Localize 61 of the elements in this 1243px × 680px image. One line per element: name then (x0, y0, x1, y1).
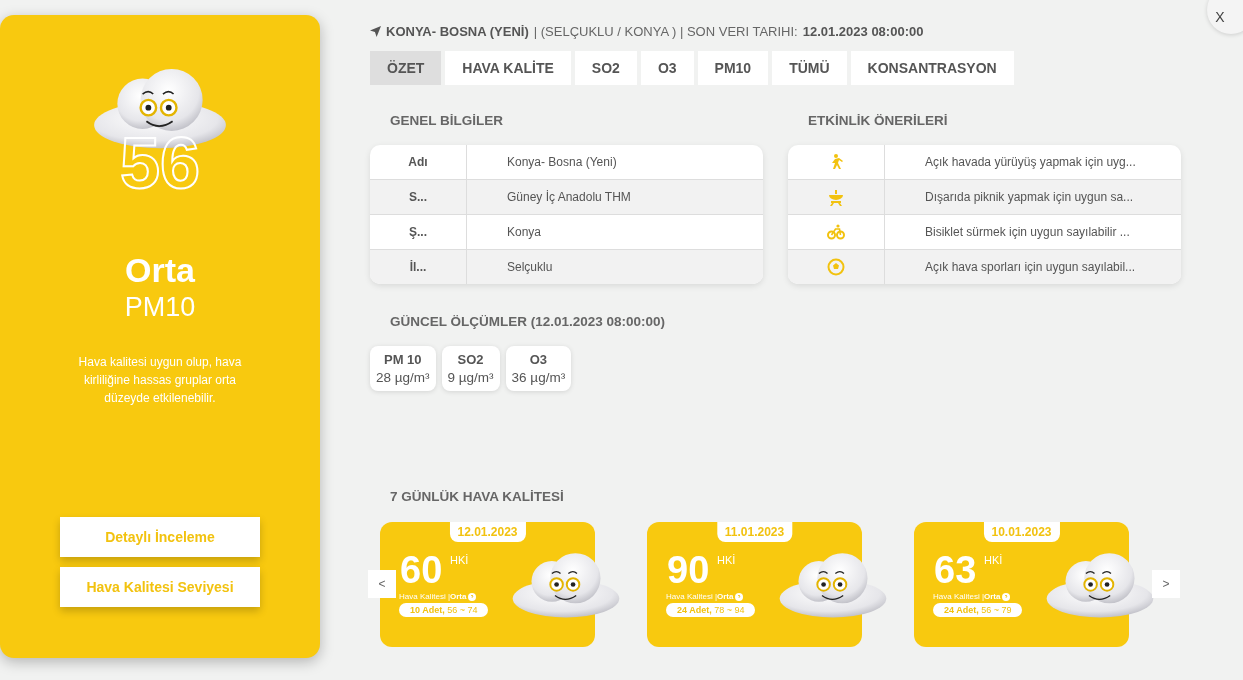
help-icon (468, 592, 477, 601)
forecast-date: 10.01.2023 (983, 522, 1060, 542)
ball-icon (827, 258, 845, 276)
unit-label: HKİ (717, 554, 736, 566)
forecast-value: 90 (667, 549, 710, 592)
index-value: 56 (119, 127, 201, 200)
quality-text: Hava Kalitesi |Orta (933, 592, 1001, 601)
pollutant-label: PM10 (124, 292, 196, 324)
table-cell-text: Dışarıda piknik yapmak için uygun sa... (924, 190, 1134, 204)
tab[interactable]: TÜMÜ (772, 51, 847, 85)
table-cell: Adı (370, 145, 467, 179)
quality-level: Orta (125, 251, 195, 291)
section-title: 7 GÜNLÜK HAVA KALİTESİ (390, 489, 565, 504)
help-icon (1002, 592, 1011, 601)
range-pill: 24 Adet, 56 ~ 79 (933, 603, 1023, 617)
tab[interactable]: O3 (640, 51, 694, 85)
table-cell: S... (370, 180, 467, 214)
section-title: GENEL BİLGİLER (390, 113, 504, 128)
close-button[interactable]: X (1207, 0, 1243, 34)
table-cell-text: Açık havada yürüyüş yapmak için uyg... (924, 155, 1136, 169)
bicycle-icon (827, 223, 845, 241)
help-icon (735, 592, 744, 601)
table-cell: Ş... (370, 215, 467, 249)
unit-label: HKİ (984, 554, 1003, 566)
forecast-date: 12.01.2023 (449, 522, 526, 542)
station-details: | (SELÇUKLU / KONYA ) | SON VERI TARIHI: (533, 24, 798, 39)
table-cell-text: Konya- Bosna (Yeni) (506, 155, 617, 169)
table-cell-text: Selçuklu (506, 260, 553, 274)
last-data-date: 12.01.2023 08:00:00 (802, 24, 924, 39)
measurement-value: 36 µg/m³ (511, 370, 566, 385)
table-cell-text: Bisiklet sürmek için uygun sayılabilir ... (924, 225, 1130, 239)
tab[interactable]: SO2 (574, 51, 637, 85)
section-title: ETKİNLİK ÖNERİLERİ (808, 113, 949, 128)
pollutant-name: SO2 (456, 352, 485, 367)
previous-button[interactable]: < (368, 570, 396, 598)
pollutant-name: PM 10 (383, 352, 423, 367)
measurement-value: 28 µg/m³ (376, 370, 430, 385)
measurement-value: 9 µg/m³ (447, 370, 494, 385)
unit-label: HKİ (450, 554, 469, 566)
range-pill: 10 Adet, 56 ~ 74 (399, 603, 489, 617)
next-button[interactable]: > (1152, 570, 1180, 598)
table-cell-text: Güney İç Anadolu THM (506, 190, 631, 204)
forecast-value: 60 (400, 549, 443, 592)
range-pill: 24 Adet, 78 ~ 94 (666, 603, 756, 617)
tab[interactable]: HAVA KALİTE (445, 51, 571, 85)
grill-icon (827, 188, 845, 206)
quality-text: Hava Kalitesi |Orta (666, 592, 734, 601)
section-title: GÜNCEL ÖLÇÜMLER (12.01.2023 08:00:00) (390, 314, 667, 329)
location-arrow-icon (370, 26, 381, 37)
table-cell-text: Açık hava sporları için uygun sayılabil... (924, 260, 1136, 274)
station-name: KONYA- BOSNA (YENİ) (386, 24, 529, 39)
quality-text: Hava Kalitesi |Orta (399, 592, 467, 601)
quality-description: Hava kalitesi uygun olup, hava kirliliğine hassas gruplar orta düzeyde etkilenebilir. (77, 354, 243, 408)
forecast-value: 63 (934, 549, 977, 592)
forecast-date: 11.01.2023 (716, 522, 793, 542)
tab[interactable]: PM10 (697, 51, 769, 85)
table-cell: İl... (370, 250, 467, 284)
tab[interactable]: KONSANTRASYON (850, 51, 1014, 85)
pollutant-name: O3 (528, 352, 549, 367)
tab[interactable]: ÖZET (370, 51, 442, 85)
table-cell-text: Konya (506, 225, 542, 239)
